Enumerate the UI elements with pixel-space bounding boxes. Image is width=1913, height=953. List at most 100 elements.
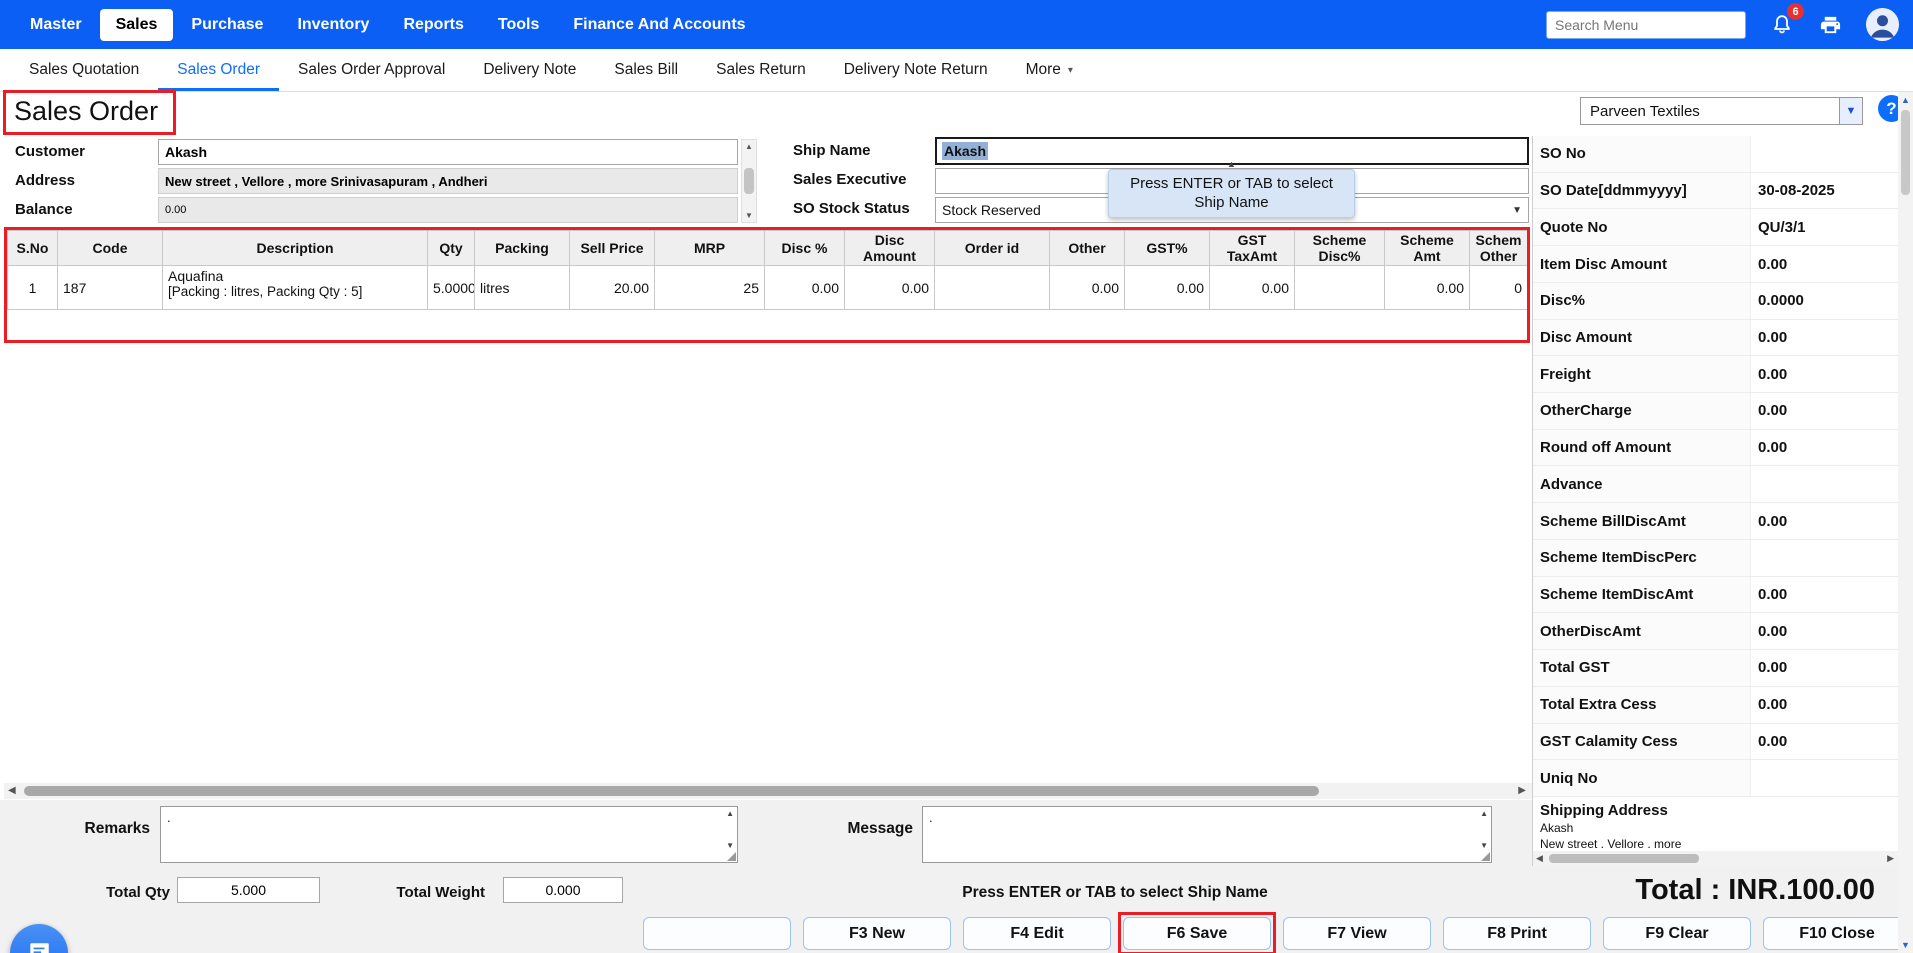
nav-item-purchase[interactable]: Purchase — [175, 9, 279, 41]
company-select[interactable]: Parveen Textiles ▼ — [1580, 97, 1863, 125]
scroll-down-icon[interactable]: ▼ — [1480, 841, 1488, 850]
page-vertical-scrollbar[interactable]: ▲ ▼ — [1898, 92, 1913, 953]
cell-disc-pct[interactable]: 0.00 — [765, 266, 845, 310]
table-row: 1 187 Aquafina [Packing : litres, Packin… — [8, 266, 1528, 310]
tab-more-label: More — [1026, 61, 1061, 79]
cell-sell-price[interactable]: 20.00 — [570, 266, 655, 310]
user-avatar[interactable] — [1866, 8, 1899, 41]
nav-item-tools[interactable]: Tools — [482, 9, 555, 41]
scroll-left-icon[interactable]: ◀ — [1536, 853, 1543, 864]
items-table-header-row: S.No Code Description Qty Packing Sell P… — [8, 231, 1528, 266]
cell-packing[interactable]: litres — [475, 266, 570, 310]
scroll-down-icon[interactable]: ▼ — [1901, 940, 1910, 950]
cell-order-id[interactable] — [935, 266, 1050, 310]
tab-delivery-note-return[interactable]: Delivery Note Return — [825, 49, 1007, 91]
col-header-scheme-disc: Scheme Disc% — [1295, 231, 1385, 266]
f3-new-button[interactable]: F3 New — [803, 917, 951, 950]
grid-horizontal-scrollbar[interactable]: ◀ ▶ — [4, 783, 1532, 799]
notification-bell-icon[interactable]: 6 — [1768, 11, 1795, 38]
scroll-right-icon[interactable]: ▶ — [1518, 785, 1526, 796]
f6-save-button[interactable]: F6 Save — [1123, 917, 1271, 950]
address-label: Address — [15, 172, 75, 189]
tab-more[interactable]: More ▾ — [1007, 49, 1092, 91]
scroll-left-icon[interactable]: ◀ — [8, 785, 16, 796]
resize-handle[interactable] — [1481, 852, 1490, 861]
cell-qty[interactable]: 5.0000 — [428, 266, 475, 310]
nav-item-inventory[interactable]: Inventory — [281, 9, 385, 41]
list-item: Round off Amount0.00 — [1533, 430, 1898, 467]
col-header-packing: Packing — [475, 231, 570, 266]
cell-gst-pct[interactable]: 0.00 — [1125, 266, 1210, 310]
cell-scheme-disc[interactable] — [1295, 266, 1385, 310]
col-header-scheme-other: Schem Other — [1470, 231, 1528, 266]
total-extra-cess-label: Total Extra Cess — [1533, 687, 1751, 723]
scrollbar-thumb[interactable] — [24, 786, 1319, 796]
scroll-up-icon[interactable]: ▲ — [745, 142, 753, 151]
cell-other[interactable]: 0.00 — [1050, 266, 1125, 310]
remarks-textarea[interactable]: . ▲ ▼ — [160, 806, 738, 863]
scrollbar-thumb[interactable] — [744, 168, 754, 194]
dropdown-arrow-icon[interactable]: ▼ — [1839, 98, 1862, 124]
nav-item-master[interactable]: Master — [14, 9, 98, 41]
top-navbar: Master Sales Purchase Inventory Reports … — [0, 0, 1913, 49]
shipping-address-block: Shipping Address Akash New street . Vell… — [1533, 797, 1898, 851]
so-date-value: 30-08-2025 — [1751, 173, 1835, 209]
f4-edit-button[interactable]: F4 Edit — [963, 917, 1111, 950]
scrollbar-thumb[interactable] — [1549, 854, 1699, 863]
f9-clear-button[interactable]: F9 Clear — [1603, 917, 1751, 950]
scroll-down-icon[interactable]: ▼ — [745, 211, 753, 220]
col-header-disc-amount: Disc Amount — [845, 231, 935, 266]
cell-scheme-other[interactable]: 0 — [1470, 266, 1528, 310]
panel-horizontal-scrollbar[interactable]: ◀ ▶ — [1533, 851, 1898, 866]
tab-sales-order-approval[interactable]: Sales Order Approval — [279, 49, 464, 91]
list-item: Scheme ItemDiscPerc — [1533, 540, 1898, 577]
nav-item-sales[interactable]: Sales — [100, 9, 174, 41]
round-off-value: 0.00 — [1751, 430, 1787, 466]
blank-button[interactable] — [643, 917, 791, 950]
total-weight-input[interactable] — [503, 877, 623, 903]
cell-disc-amt[interactable]: 0.00 — [845, 266, 935, 310]
cell-description[interactable]: Aquafina [Packing : litres, Packing Qty … — [163, 266, 428, 310]
scroll-up-icon[interactable]: ▲ — [726, 809, 734, 818]
message-value: . — [929, 810, 933, 825]
total-qty-input[interactable] — [177, 877, 320, 903]
message-label: Message — [843, 820, 913, 838]
customer-form-scrollbar[interactable]: ▲ ▼ — [741, 139, 757, 223]
cell-gst-taxamt[interactable]: 0.00 — [1210, 266, 1295, 310]
tab-delivery-note[interactable]: Delivery Note — [464, 49, 595, 91]
othercharge-value: 0.00 — [1751, 393, 1787, 429]
message-textarea[interactable]: . ▲ ▼ — [922, 806, 1492, 863]
gst-calamity-cess-value: 0.00 — [1751, 724, 1787, 760]
so-date-label: SO Date[ddmmyyyy] — [1533, 173, 1751, 209]
so-summary-panel: SO No SO Date[ddmmyyyy]30-08-2025 Quote … — [1532, 136, 1898, 866]
scroll-right-icon[interactable]: ▶ — [1887, 853, 1894, 864]
scroll-up-icon[interactable]: ▲ — [1480, 809, 1488, 818]
scroll-down-icon[interactable]: ▼ — [726, 841, 734, 850]
advance-value — [1751, 466, 1758, 502]
cell-sno[interactable]: 1 — [8, 266, 58, 310]
f10-close-button[interactable]: F10 Close — [1763, 917, 1911, 950]
tooltip-line2: Ship Name — [1194, 194, 1268, 213]
cell-scheme-amt[interactable]: 0.00 — [1385, 266, 1470, 310]
cell-mrp[interactable]: 25 — [655, 266, 765, 310]
search-input[interactable] — [1546, 11, 1746, 39]
address-input[interactable] — [158, 168, 738, 194]
col-header-gst-taxamt: GST TaxAmt — [1210, 231, 1295, 266]
customer-input[interactable] — [158, 139, 738, 165]
othercharge-label: OtherCharge — [1533, 393, 1751, 429]
tab-sales-order[interactable]: Sales Order — [158, 49, 279, 91]
list-item: Scheme ItemDiscAmt0.00 — [1533, 577, 1898, 614]
tab-sales-return[interactable]: Sales Return — [697, 49, 825, 91]
tab-sales-quotation[interactable]: Sales Quotation — [10, 49, 158, 91]
nav-item-reports[interactable]: Reports — [387, 9, 479, 41]
tab-sales-bill[interactable]: Sales Bill — [595, 49, 697, 91]
balance-input[interactable] — [158, 197, 738, 223]
resize-handle[interactable] — [727, 852, 736, 861]
print-icon[interactable] — [1817, 11, 1844, 38]
cell-code[interactable]: 187 — [58, 266, 163, 310]
nav-item-finance-and-accounts[interactable]: Finance And Accounts — [557, 9, 761, 41]
scroll-up-icon[interactable]: ▲ — [1901, 95, 1910, 105]
f8-print-button[interactable]: F8 Print — [1443, 917, 1591, 950]
scrollbar-thumb[interactable] — [1901, 110, 1910, 195]
f7-view-button[interactable]: F7 View — [1283, 917, 1431, 950]
